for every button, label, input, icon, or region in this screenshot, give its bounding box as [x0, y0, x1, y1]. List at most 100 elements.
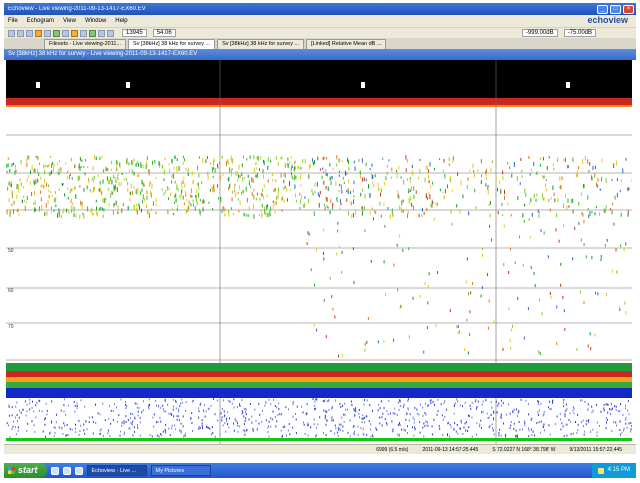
menu-file[interactable]: File	[8, 18, 18, 24]
echo-sample	[129, 197, 131, 202]
echo-sample	[117, 211, 119, 215]
seabed-speckle	[630, 424, 632, 427]
echo-sample	[294, 166, 296, 170]
seabed-speckle	[586, 419, 588, 422]
seabed-speckle	[53, 435, 55, 438]
seabed-speckle	[162, 430, 164, 433]
echoview-logo: echoview	[587, 15, 628, 25]
seabed-speckle	[172, 408, 174, 411]
seabed-speckle	[63, 422, 65, 425]
task-echoview[interactable]: Echoview - Live ...	[86, 465, 147, 476]
echo-sample	[408, 198, 410, 203]
properties-icon[interactable]	[107, 29, 114, 37]
task-my-pictures[interactable]: My Pictures	[150, 465, 211, 476]
region-icon[interactable]	[53, 29, 60, 37]
seabed-speckle	[331, 416, 333, 419]
marker-2	[361, 82, 365, 88]
echo-sample	[307, 231, 309, 235]
seabed-speckle	[603, 404, 605, 407]
echo-sample	[326, 197, 328, 202]
ping-number-field[interactable]: 13945	[122, 29, 147, 37]
depth-field[interactable]: 54.06	[152, 29, 176, 37]
seabed-speckle	[63, 398, 65, 401]
tab-linked[interactable]: [Linked] Relative Mean dB ...	[306, 39, 387, 49]
new-icon[interactable]	[8, 29, 15, 37]
seabed-speckle	[326, 419, 328, 422]
seabed-speckle	[377, 409, 379, 412]
echo-sample	[304, 159, 306, 164]
seabed-speckle	[525, 399, 527, 402]
max-threshold-field[interactable]: -75.00dB	[563, 29, 596, 37]
seabed-speckle	[587, 403, 589, 406]
line-icon[interactable]	[62, 29, 69, 37]
min-threshold-field[interactable]: -999.00dB	[521, 29, 558, 37]
seabed-speckle	[442, 418, 444, 421]
echo-sample	[286, 198, 288, 202]
echo-sample	[253, 188, 255, 192]
tab-filesets[interactable]: Filesets - Live viewing-2011...	[44, 39, 127, 49]
seabed-speckle	[95, 422, 97, 425]
measure-icon[interactable]	[71, 29, 78, 37]
seabed-speckle	[467, 430, 469, 433]
browser-icon[interactable]	[50, 466, 59, 475]
media-icon[interactable]	[74, 466, 83, 475]
echo-sample	[487, 326, 489, 330]
color-icon[interactable]	[89, 29, 96, 37]
seabed-speckle	[366, 415, 368, 418]
echo-sample	[337, 221, 339, 225]
echo-sample	[274, 202, 276, 206]
echogram-canvas[interactable]: 11:23:30 11:24:00 11:24:30506070	[6, 60, 632, 444]
echo-sample	[146, 195, 148, 200]
echo-sample	[263, 160, 265, 166]
echo-sample	[131, 168, 133, 174]
folder-icon[interactable]	[62, 466, 71, 475]
seabed-speckle	[198, 407, 200, 410]
echogram-view[interactable]: 11:23:30 11:24:00 11:24:30 50 60 70	[6, 60, 632, 444]
close-button[interactable]: ×	[623, 4, 634, 14]
menu-help[interactable]: Help	[115, 18, 127, 24]
echo-sample	[338, 245, 340, 249]
echo-sample	[317, 192, 319, 196]
echo-sample	[71, 188, 73, 192]
echo-sample	[427, 169, 429, 173]
echo-sample	[317, 156, 319, 161]
grid-icon[interactable]	[80, 29, 87, 37]
seabed-speckle	[353, 425, 355, 428]
echo-sample	[121, 208, 123, 213]
open-icon[interactable]	[17, 29, 24, 37]
seabed-speckle	[171, 424, 173, 427]
menu-window[interactable]: Window	[85, 18, 106, 24]
echo-sample	[136, 208, 138, 213]
settings-icon[interactable]	[98, 29, 105, 37]
echo-sample	[408, 247, 410, 251]
echo-sample	[489, 213, 491, 218]
echo-sample	[437, 271, 439, 275]
echo-sample	[465, 280, 467, 284]
echo-sample	[60, 214, 62, 219]
echo-sample	[69, 189, 71, 194]
echo-sample	[466, 318, 468, 322]
seabed-speckle	[26, 410, 28, 413]
select-icon[interactable]	[35, 29, 42, 37]
start-button[interactable]: start	[4, 463, 47, 478]
seabed-speckle	[457, 432, 459, 435]
tab-echogram-2[interactable]: Sv [38kHz] 38 kHz for survey ...	[217, 39, 305, 49]
echo-sample	[316, 328, 318, 332]
echo-sample	[436, 202, 438, 207]
minimize-button[interactable]: _	[597, 4, 608, 14]
echo-sample	[79, 184, 81, 188]
tab-echogram-1[interactable]: Sv [38kHz] 38 kHz for survey ...	[128, 39, 216, 49]
seabed-speckle	[341, 404, 343, 407]
save-icon[interactable]	[26, 29, 33, 37]
menu-view[interactable]: View	[63, 18, 76, 24]
echo-sample	[540, 157, 542, 161]
seabed-speckle	[343, 413, 345, 416]
seabed-speckle	[630, 428, 632, 431]
seabed-speckle	[433, 418, 435, 421]
zoom-icon[interactable]	[44, 29, 51, 37]
seabed-speckle	[485, 398, 487, 401]
echo-sample	[456, 325, 458, 329]
maximize-button[interactable]: □	[610, 4, 621, 14]
menu-echogram[interactable]: Echogram	[27, 18, 54, 24]
seabed-speckle	[524, 420, 526, 423]
